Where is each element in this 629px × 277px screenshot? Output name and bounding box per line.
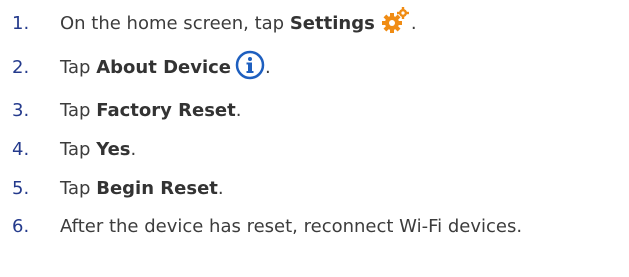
- instruction-list: 1. On the home screen, tap Settings . 2.…: [0, 0, 629, 277]
- step-text: Tap Factory Reset.: [60, 100, 241, 121]
- step-text: Tap Yes.: [60, 139, 136, 160]
- step-keyword: Begin Reset: [96, 177, 218, 199]
- step-text-suffix: .: [410, 12, 417, 34]
- step-keyword: About Device: [96, 56, 232, 78]
- step-text-prefix: Tap: [60, 99, 91, 121]
- step-number: 6.: [12, 215, 30, 237]
- step-keyword: Settings: [289, 12, 375, 34]
- step-text: Tap About Device .: [60, 50, 271, 85]
- step-keyword: Factory Reset: [96, 99, 236, 121]
- step-text-prefix: Tap: [60, 177, 91, 199]
- step-keyword: Yes: [96, 138, 131, 160]
- step-number: 5.: [12, 177, 30, 199]
- settings-gears-icon: [381, 6, 411, 40]
- step-text-suffix: .: [217, 177, 224, 199]
- step-text-suffix: .: [265, 56, 271, 78]
- step-text: On the home screen, tap Settings .: [60, 6, 417, 40]
- step-text-suffix: .: [130, 138, 137, 160]
- step-text: After the device has reset, reconnect Wi…: [60, 215, 523, 237]
- step-number: 1.: [12, 12, 30, 34]
- info-icon: [235, 50, 265, 85]
- step-number: 2.: [12, 56, 30, 78]
- step-text-prefix: On the home screen, tap: [60, 12, 285, 34]
- step-number: 4.: [12, 138, 30, 160]
- step-text: Tap Begin Reset.: [60, 178, 224, 199]
- step-text-suffix: .: [235, 99, 242, 121]
- step-number: 3.: [12, 99, 30, 121]
- step-text-prefix: Tap: [60, 138, 91, 160]
- step-text-prefix: Tap: [60, 56, 91, 78]
